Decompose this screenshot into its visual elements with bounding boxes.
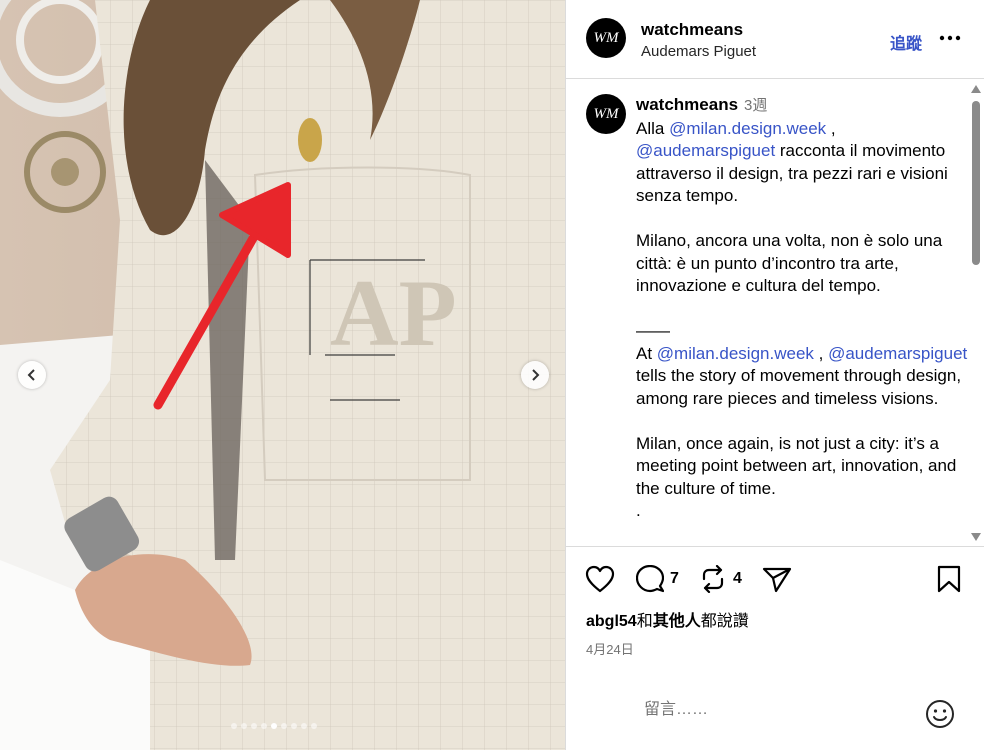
caption-text-segment: tells the story of movement through desi… [636, 366, 962, 408]
caption-username[interactable]: watchmeans [636, 95, 738, 114]
chevron-right-icon [532, 369, 540, 381]
post-image[interactable]: AP [0, 0, 565, 750]
caption-text-segment: Alla [636, 118, 670, 138]
mention-link[interactable]: @audemarspiguet [828, 344, 967, 363]
likes-connector: 和 [636, 613, 653, 630]
caption-text-segment: , [813, 343, 829, 363]
share-button[interactable] [762, 565, 792, 593]
caption-text-segment: At [636, 343, 657, 363]
header-username[interactable]: watchmeans [641, 20, 743, 40]
caption-separator: —— [636, 321, 670, 340]
carousel-dot [271, 723, 277, 729]
scroll-down-arrow-icon[interactable] [970, 532, 982, 542]
follow-button[interactable]: 追蹤 [890, 30, 922, 54]
comment-button[interactable]: 7 [636, 565, 679, 593]
watchmeans-logo-icon: WM [594, 106, 620, 122]
caption-paragraph: Milan, once again, is not just a city: i… [636, 433, 957, 498]
liker-username[interactable]: abgl54 [586, 613, 637, 630]
header-location[interactable]: Audemars Piguet [641, 43, 756, 60]
likes-suffix: 都說讚 [700, 613, 749, 630]
post-date[interactable]: 4月24日 [586, 639, 634, 658]
mention-link[interactable]: @milan.design.week [669, 119, 826, 138]
comments-count: 7 [670, 570, 679, 587]
emoji-smile-icon[interactable] [925, 699, 955, 729]
caption-time[interactable]: 3週 [744, 97, 767, 114]
repost-button[interactable]: 4 [699, 565, 742, 593]
paper-plane-icon [762, 567, 792, 593]
post-panel: WM watchmeans Audemars Piguet 追蹤 WM watc… [565, 0, 984, 750]
caption-text-segment: , [826, 118, 836, 138]
caption-paragraph: Milano, ancora una volta, non è solo una… [636, 231, 943, 295]
likes-summary[interactable]: abgl54和其他人都說讚 [586, 607, 749, 631]
carousel-dot [231, 723, 237, 729]
scroll-up-arrow-icon[interactable] [970, 84, 982, 94]
comment-input[interactable] [642, 700, 886, 720]
watchmeans-logo-icon: WM [594, 30, 620, 46]
carousel-prev-button[interactable] [18, 361, 46, 389]
repost-icon [702, 565, 724, 593]
carousel-dot [241, 723, 247, 729]
carousel-next-button[interactable] [521, 361, 549, 389]
mention-link[interactable]: @milan.design.week [657, 344, 814, 363]
scrollbar-thumb[interactable] [972, 101, 980, 265]
bookmark-icon [937, 565, 961, 593]
post-actions: 7 4 abgl54和其他人都說讚 4月24日 [566, 546, 984, 750]
caption-scroll-area[interactable]: WM watchmeans 3週 Alla @milan.design.week … [566, 80, 984, 546]
more-dots-icon[interactable] [938, 26, 962, 50]
svg-text:WM: WM [594, 30, 620, 46]
avatar[interactable]: WM [586, 18, 626, 58]
carousel-dot [311, 723, 317, 729]
chevron-left-icon [27, 369, 35, 381]
post-header: WM watchmeans Audemars Piguet 追蹤 [566, 0, 984, 79]
carousel-dot [301, 723, 307, 729]
like-button[interactable] [585, 565, 615, 593]
heart-icon [585, 565, 615, 593]
svg-text:WM: WM [594, 106, 620, 122]
carousel-dot [251, 723, 257, 729]
mention-link[interactable]: @audemarspiguet [636, 141, 775, 160]
reposts-count: 4 [733, 570, 742, 587]
carousel-dots [231, 723, 317, 729]
jacket-photo: AP [0, 0, 565, 750]
ap-logo-embroidery: AP [330, 260, 457, 366]
carousel-dot [291, 723, 297, 729]
caption-avatar[interactable]: WM [586, 94, 626, 134]
carousel-dot [281, 723, 287, 729]
carousel-dot [261, 723, 267, 729]
comment-bubble-icon [636, 565, 664, 593]
likes-others[interactable]: 其他人 [653, 613, 701, 630]
caption-paragraph: . [636, 501, 641, 520]
caption-text: watchmeans 3週 Alla @milan.design.week , @… [636, 94, 968, 523]
save-button[interactable] [936, 565, 962, 593]
